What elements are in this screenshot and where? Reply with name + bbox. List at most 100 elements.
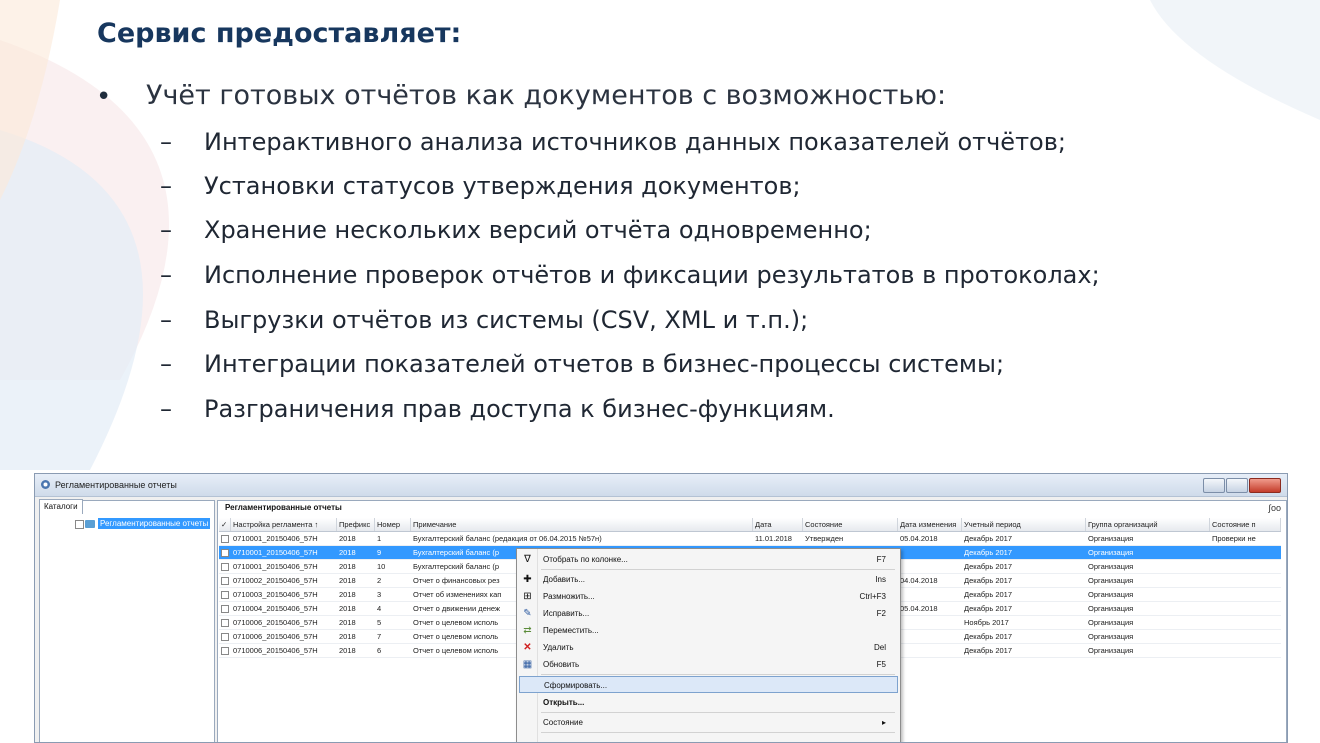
row-checkbox[interactable] (219, 574, 231, 587)
col-group[interactable]: Группа организаций (1086, 518, 1210, 531)
cell-prefix: 2018 (339, 534, 356, 543)
cell-number: 4 (377, 604, 382, 613)
menu-move[interactable]: ⇄ Переместить... (517, 622, 900, 639)
cell-number: 1 (377, 534, 382, 543)
col-setting[interactable]: Настройка регламента ↑ (231, 518, 337, 531)
menu-edit[interactable]: ✎ Исправить... F2 (517, 605, 900, 622)
tab-catalogs[interactable]: Каталоги (39, 499, 83, 514)
cell-number: 9 (377, 548, 382, 557)
menu-refresh[interactable]: ▦ Обновить F5 (517, 656, 900, 673)
cell-changed (898, 546, 962, 559)
menu-add[interactable]: ✚ Добавить... Ins (517, 571, 900, 588)
sub-item: – Исполнение проверок отчётов и фиксации … (160, 261, 1100, 289)
cell-setting: 0710006_20150406_57Н (233, 632, 318, 641)
bullet-glyph: • (96, 82, 112, 112)
app-window: Регламентированные отчеты Каталоги Регла… (34, 473, 1288, 743)
cell-changed (898, 560, 962, 573)
sub-item: – Интеграции показателей отчетов в бизнес… (160, 350, 1005, 378)
cell-check-state (1210, 546, 1281, 559)
maximize-button[interactable] (1226, 478, 1248, 493)
col-note[interactable]: Примечание (411, 518, 753, 531)
cell-period: Декабрь 2017 (964, 632, 1013, 641)
cell-date: 11.01.2018 (755, 534, 792, 543)
cell-prefix: 2018 (339, 548, 356, 557)
cell-check-state (1210, 574, 1281, 587)
cell-changed: 04.04.2018 (900, 576, 938, 585)
cell-group: Организация (1088, 534, 1134, 543)
cell-setting: 0710002_20150406_57Н (233, 576, 318, 585)
tree-checkbox[interactable] (75, 520, 84, 529)
cell-check-state (1210, 602, 1281, 615)
cell-check-state: Проверки не (1212, 534, 1256, 543)
minimize-button[interactable] (1203, 478, 1225, 493)
folder-icon (85, 520, 95, 528)
bullet-main: Учёт готовых отчётов как документов с во… (146, 80, 947, 111)
sub-item: – Хранение нескольких версий отчёта однов… (160, 216, 872, 244)
col-state[interactable]: Состояние (803, 518, 898, 531)
cell-note: Бухгалтерский баланс (редакция от 06.04.… (413, 534, 602, 543)
sub-item: – Выгрузки отчётов из системы (CSV, XML и… (160, 306, 809, 334)
move-icon: ⇄ (523, 625, 532, 636)
close-button[interactable] (1249, 478, 1281, 493)
grid-title: Регламентированные отчеты (225, 503, 342, 512)
cell-group: Организация (1088, 618, 1134, 627)
cell-period: Декабрь 2017 (964, 548, 1013, 557)
cell-changed (898, 630, 962, 643)
cell-period: Декабрь 2017 (964, 534, 1013, 543)
row-checkbox[interactable] (219, 616, 231, 629)
grid-header: ✓ Настройка регламента ↑ Префикс Номер П… (219, 518, 1281, 532)
menu-generate[interactable]: Сформировать... (519, 676, 898, 693)
row-checkbox[interactable] (219, 602, 231, 615)
cell-changed (898, 616, 962, 629)
chevron-right-icon: ▸ (881, 718, 886, 727)
row-checkbox[interactable] (219, 630, 231, 643)
menu-delete[interactable]: ✕ Удалить Del (517, 639, 900, 656)
table-row[interactable]: 0710001_20150406_57Н 2018 1 Бухгалтерский б… (219, 532, 1281, 546)
row-checkbox[interactable] (219, 644, 231, 657)
cell-prefix: 2018 (339, 604, 356, 613)
row-checkbox[interactable] (219, 546, 231, 559)
col-number[interactable]: Номер (375, 518, 411, 531)
sub-item: – Разграничения прав доступа к бизнес-фун… (160, 395, 835, 423)
col-period[interactable]: Учетный период (962, 518, 1086, 531)
row-checkbox[interactable] (219, 532, 231, 545)
cell-number: 6 (377, 646, 382, 655)
cell-changed (898, 588, 962, 601)
edit-icon: ✎ (523, 608, 532, 619)
col-changed[interactable]: Дата изменения (898, 518, 962, 531)
menu-filter-by-column[interactable]: ∇ Отобрать по колонке... F7 (517, 551, 900, 568)
cell-prefix: 2018 (339, 590, 356, 599)
cell-group: Организация (1088, 562, 1134, 571)
cell-group: Организация (1088, 576, 1134, 585)
cell-period: Декабрь 2017 (964, 604, 1013, 613)
filter-icon[interactable]: ∫oo (1269, 503, 1281, 513)
cell-setting: 0710006_20150406_57Н (233, 618, 318, 627)
cell-number: 5 (377, 618, 382, 627)
cell-prefix: 2018 (339, 562, 356, 571)
col-date[interactable]: Дата (753, 518, 803, 531)
cell-setting: 0710001_20150406_57Н (233, 534, 318, 543)
app-icon (41, 480, 50, 489)
window-title: Регламентированные отчеты (55, 480, 177, 490)
col-check[interactable]: ✓ (219, 518, 231, 531)
cell-group: Организация (1088, 604, 1134, 613)
cell-number: 2 (377, 576, 382, 585)
row-checkbox[interactable] (219, 560, 231, 573)
cell-prefix: 2018 (339, 618, 356, 627)
cell-setting: 0710004_20150406_57Н (233, 604, 318, 613)
menu-open[interactable]: Открыть... (517, 694, 900, 711)
cell-group: Организация (1088, 646, 1134, 655)
cell-setting: 0710001_20150406_57Н (233, 548, 318, 557)
catalog-panel (39, 500, 215, 742)
window-titlebar[interactable]: Регламентированные отчеты (35, 474, 1287, 497)
menu-duplicate[interactable]: ⊞ Размножить... Ctrl+F3 (517, 588, 900, 605)
col-prefix[interactable]: Префикс (337, 518, 375, 531)
cell-check-state (1210, 560, 1281, 573)
row-checkbox[interactable] (219, 588, 231, 601)
cell-state: Утвержден (805, 534, 844, 543)
cell-setting: 0710006_20150406_57Н (233, 646, 318, 655)
col-check-state[interactable]: Состояние п (1210, 518, 1281, 531)
menu-state[interactable]: Состояние ▸ (517, 714, 900, 731)
cell-changed (898, 644, 962, 657)
cell-period: Ноябрь 2017 (964, 618, 1009, 627)
